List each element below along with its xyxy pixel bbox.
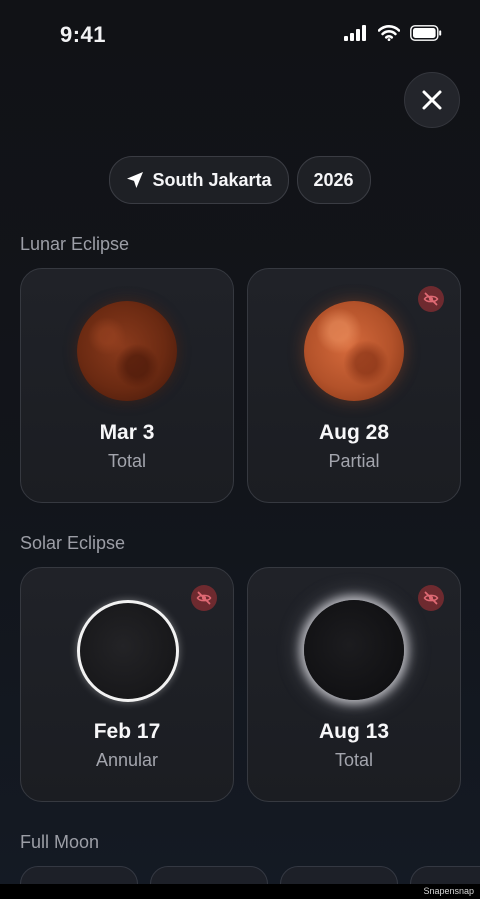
blood-moon-image [77, 301, 177, 401]
hidden-badge[interactable] [418, 286, 444, 312]
year-chip[interactable]: 2026 [296, 156, 371, 204]
close-button[interactable] [404, 72, 460, 128]
section-title-fullmoon: Full Moon [20, 832, 100, 852]
watermark-text: Snapensnap [423, 886, 474, 896]
eye-slash-icon [423, 591, 439, 605]
eye-slash-icon [423, 292, 439, 306]
solar-card-aug-13[interactable]: Aug 13 Total [247, 567, 461, 802]
solar-card-feb-17[interactable]: Feb 17 Annular [20, 567, 234, 802]
annular-eclipse-image [77, 600, 179, 702]
card-type: Annular [95, 750, 159, 770]
total-eclipse-image [304, 600, 404, 700]
location-chip[interactable]: South Jakarta [109, 156, 289, 204]
filter-bar: South Jakarta 2026 [0, 156, 480, 204]
card-type: Partial [328, 451, 380, 471]
hidden-badge[interactable] [191, 585, 217, 611]
card-type: Total [334, 750, 374, 770]
card-date: Feb 17 [93, 720, 161, 743]
lunar-card-aug-28[interactable]: Aug 28 Partial [247, 268, 461, 503]
section-title-lunar: Lunar Eclipse [20, 234, 130, 254]
card-date: Aug 28 [318, 421, 389, 444]
card-type: Total [107, 451, 147, 471]
status-time: 9:41 [60, 22, 107, 47]
lunar-card-mar-3[interactable]: Mar 3 Total [20, 268, 234, 503]
watermark-bar: Snapensnap [0, 884, 480, 899]
eye-slash-icon [196, 591, 212, 605]
status-icons [344, 25, 442, 41]
section-title-solar: Solar Eclipse [20, 533, 126, 553]
close-icon [422, 90, 442, 110]
hidden-badge[interactable] [418, 585, 444, 611]
battery-icon [410, 25, 442, 41]
eclipse-screen: 9:41 South Jakarta 2026 Lunar Eclipse Ma… [0, 0, 480, 899]
blood-moon-image [304, 301, 404, 401]
year-label: 2026 [313, 169, 354, 190]
card-date: Mar 3 [99, 421, 155, 444]
location-label: South Jakarta [152, 169, 272, 190]
signal-icon [344, 25, 366, 41]
location-arrow-icon [127, 172, 144, 188]
wifi-icon [378, 25, 400, 41]
card-date: Aug 13 [318, 720, 389, 743]
